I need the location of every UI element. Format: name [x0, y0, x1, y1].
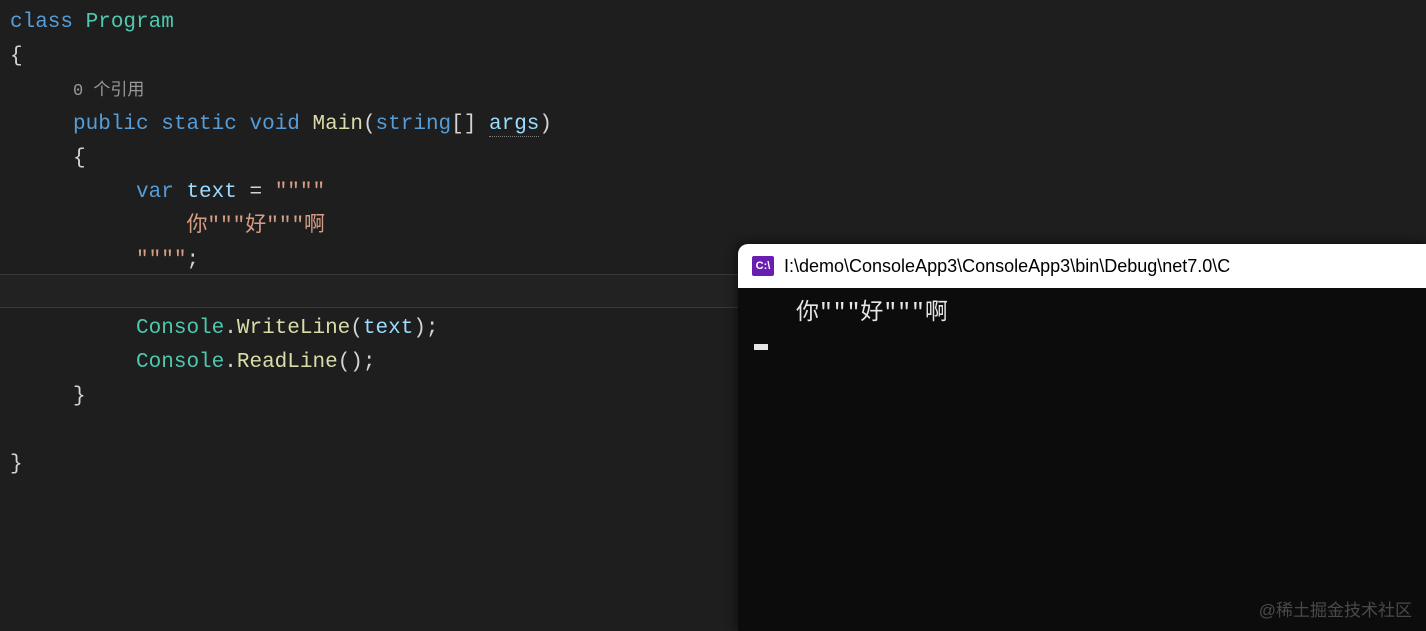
writeline-method: WriteLine	[237, 317, 350, 340]
param-type: string	[376, 113, 452, 136]
class-name: Program	[86, 11, 174, 34]
inner-brace-close: }	[73, 385, 86, 408]
string-close-quotes: """"	[136, 249, 186, 272]
brace-open: {	[10, 45, 23, 68]
inner-brace-open: {	[73, 147, 86, 170]
method-name: Main	[313, 113, 363, 136]
readline-method: ReadLine	[237, 351, 338, 374]
param-name: args	[489, 113, 539, 137]
watermark: @稀土掘金技术社区	[1259, 596, 1412, 621]
cmd-icon: C:\	[752, 256, 774, 276]
keyword-static: static	[161, 113, 237, 136]
console-class-2: Console	[136, 351, 224, 374]
string-open-quotes: """"	[275, 181, 325, 204]
keyword-public: public	[73, 113, 149, 136]
console-class-1: Console	[136, 317, 224, 340]
console-output: 你"""好"""啊	[796, 298, 1410, 328]
keyword-void: void	[249, 113, 299, 136]
console-window[interactable]: C:\ I:\demo\ConsoleApp3\ConsoleApp3\bin\…	[738, 244, 1426, 631]
console-cursor	[754, 344, 768, 350]
string-content: 你"""好"""啊	[186, 215, 325, 238]
var-text: text	[186, 181, 236, 204]
console-titlebar[interactable]: C:\ I:\demo\ConsoleApp3\ConsoleApp3\bin\…	[738, 244, 1426, 288]
console-title: I:\demo\ConsoleApp3\ConsoleApp3\bin\Debu…	[784, 256, 1230, 277]
console-body[interactable]: 你"""好"""啊	[738, 288, 1426, 369]
arg-text: text	[363, 317, 413, 340]
codelens-references[interactable]: 0 个引用	[73, 82, 144, 101]
brace-close: }	[10, 453, 23, 476]
keyword-class: class	[10, 11, 73, 34]
keyword-var: var	[136, 181, 174, 204]
